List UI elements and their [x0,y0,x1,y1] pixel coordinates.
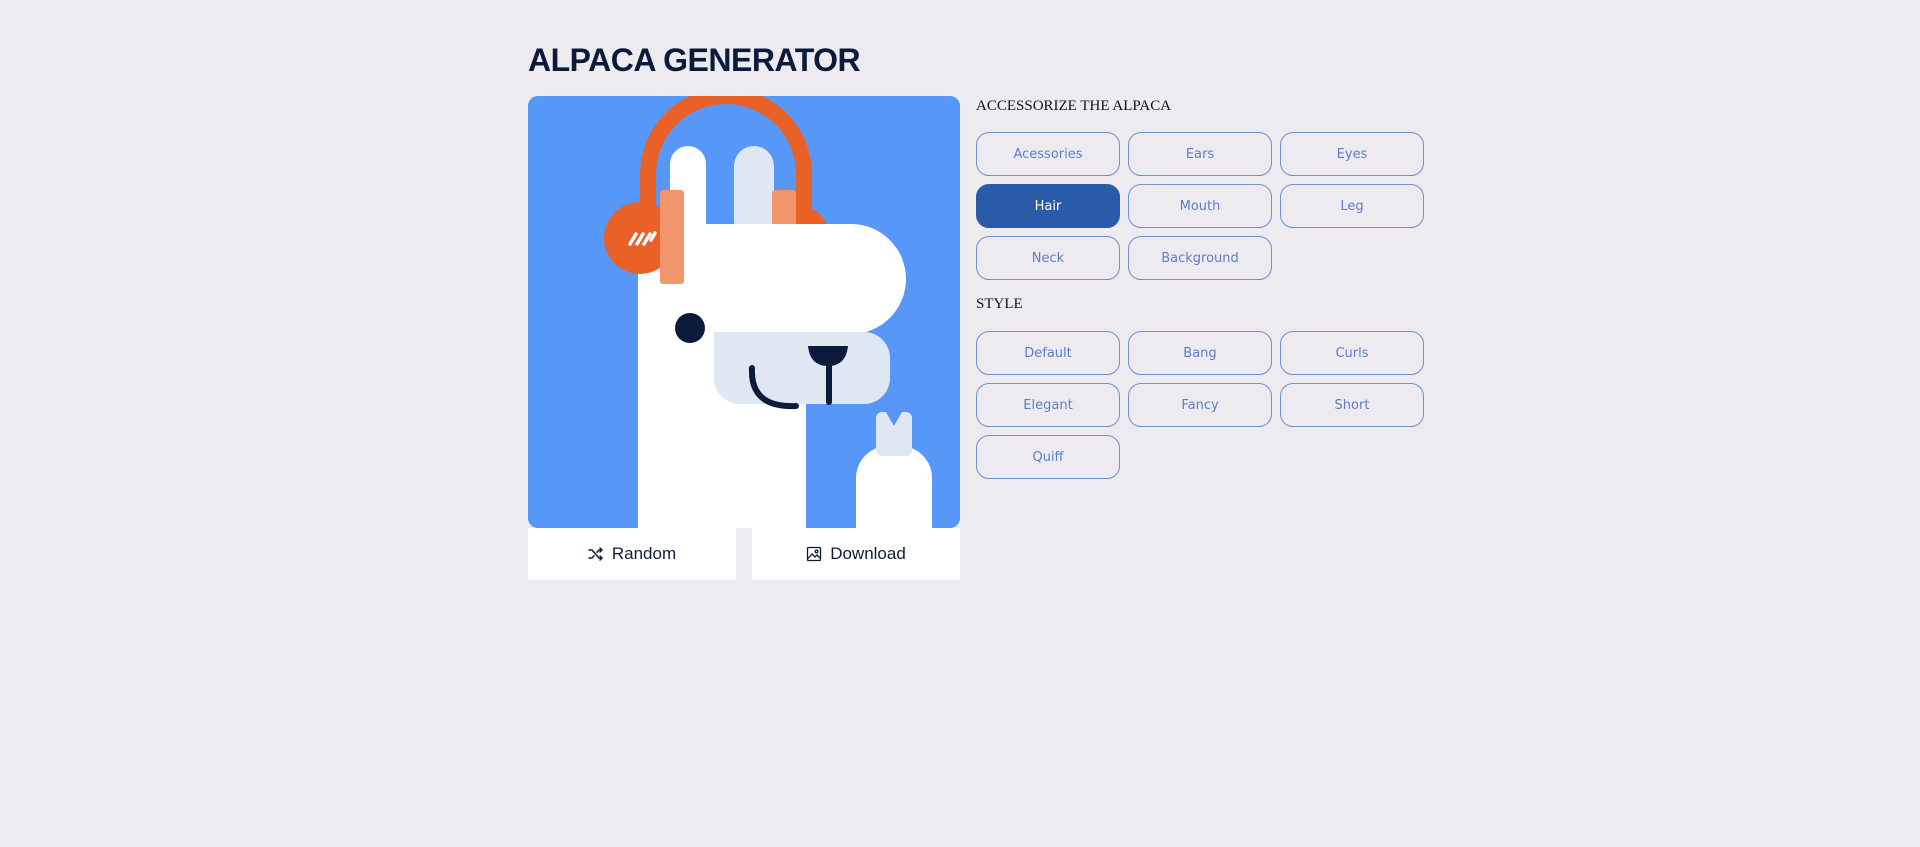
accessory-button-acessories[interactable]: Acessories [976,132,1120,176]
style-button-quiff[interactable]: Quiff [976,435,1120,479]
style-button-curls[interactable]: Curls [1280,331,1424,375]
page-title: ALPACA GENERATOR [528,42,861,78]
style-button-default[interactable]: Default [976,331,1120,375]
download-button-label: Download [830,544,906,563]
shuffle-icon [588,546,604,562]
alpaca-eye [675,313,705,343]
style-heading: STYLE [976,296,1023,312]
image-icon [806,546,822,562]
accessory-button-leg[interactable]: Leg [1280,184,1424,228]
alpaca-leg [856,446,932,528]
accessory-button-eyes[interactable]: Eyes [1280,132,1424,176]
style-button-fancy[interactable]: Fancy [1128,383,1272,427]
accessory-button-mouth[interactable]: Mouth [1128,184,1272,228]
alpaca-muzzle-corner [714,332,754,372]
accessory-button-hair[interactable]: Hair [976,184,1120,228]
style-button-short[interactable]: Short [1280,383,1424,427]
accessory-button-ears[interactable]: Ears [1128,132,1272,176]
accessory-button-neck[interactable]: Neck [976,236,1120,280]
accessorize-heading: ACCESSORIZE THE ALPACA [976,98,1172,114]
style-button-elegant[interactable]: Elegant [976,383,1120,427]
download-button[interactable]: Download [752,528,960,580]
alpaca-preview [528,96,960,528]
headphones-pad-left [660,190,684,284]
accessorize-options: Acessories Ears Eyes Hair Mouth Leg Neck… [976,132,1424,280]
random-button[interactable]: Random [528,528,736,580]
style-options: Default Bang Curls Elegant Fancy Short Q… [976,331,1424,479]
style-button-bang[interactable]: Bang [1128,331,1272,375]
random-button-label: Random [611,544,677,563]
alpaca-illustration [604,96,932,528]
accessory-button-background[interactable]: Background [1128,236,1272,280]
